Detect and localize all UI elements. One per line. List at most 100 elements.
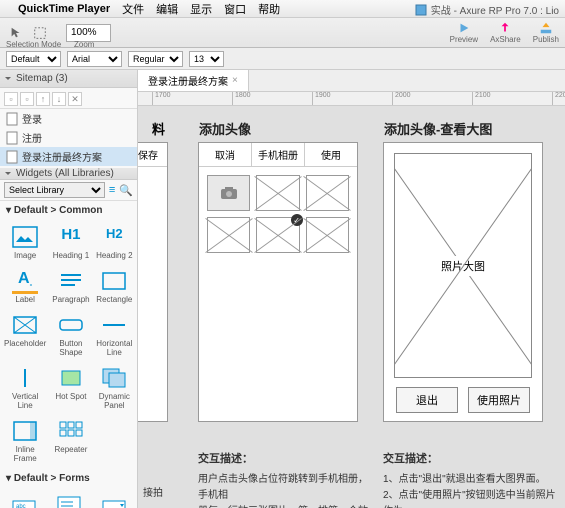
photo-thumb — [207, 217, 250, 253]
play-icon — [456, 21, 472, 35]
preview-button[interactable]: Preview — [450, 21, 478, 44]
widget-h2[interactable]: H2Heading 2 — [94, 222, 135, 264]
label-icon: A- — [12, 270, 38, 292]
widgets-panel-header[interactable]: Widgets (All Libraries) — [0, 168, 137, 180]
widget-button[interactable]: Button Shape — [50, 310, 91, 361]
tab-final[interactable]: 登录注册最终方案× — [138, 70, 249, 91]
sitemap-item-label: 注册 — [22, 130, 42, 145]
widget-iframe[interactable]: Inline Frame — [2, 416, 48, 467]
sitemap-title: Sitemap (3) — [16, 73, 68, 84]
widget-rectangle[interactable]: Rectangle — [94, 266, 135, 308]
exit-button: 退出 — [396, 387, 458, 413]
axshare-button[interactable]: AxShare — [490, 21, 521, 44]
design-canvas[interactable]: 料 保存 接拍 添加头像 取消 手机相册 使用 ✓ — [138, 106, 565, 508]
partial-heading: 料 — [152, 119, 165, 138]
widget-form1[interactable]: abc — [2, 490, 45, 508]
library-select[interactable]: Select Library — [4, 182, 105, 198]
delete-icon[interactable]: ✕ — [68, 92, 82, 106]
widget-dynamic-panel[interactable]: Dynamic Panel — [94, 363, 135, 414]
sitemap-item-final[interactable]: 登录注册最终方案 — [0, 147, 137, 166]
album-label: 手机相册 — [252, 143, 305, 166]
category-forms[interactable]: ▾ Default > Forms — [0, 469, 137, 488]
iframe-icon — [12, 420, 38, 442]
style-select[interactable]: Default — [6, 51, 61, 67]
add-page-icon[interactable]: ▫ — [4, 92, 18, 106]
add-folder-icon[interactable]: ▫ — [20, 92, 34, 106]
partial-save: 保存 — [138, 143, 167, 166]
menu-help[interactable]: 帮助 — [258, 1, 280, 17]
search-icon[interactable]: 🔍 — [119, 184, 133, 197]
dynpanel-icon — [101, 367, 127, 389]
widget-label[interactable]: A-Label — [2, 266, 48, 308]
menu-window[interactable]: 窗口 — [224, 1, 246, 17]
widget-vline[interactable]: Vertical Line — [2, 363, 48, 414]
mockup-frame-view-large[interactable]: 添加头像-查看大图 照片大图 退出 使用照片 — [383, 142, 543, 422]
vline-icon — [12, 367, 38, 389]
widget-form3[interactable] — [92, 490, 135, 508]
frame1-heading: 添加头像 — [199, 119, 251, 138]
widget-paragraph[interactable]: Paragraph — [50, 266, 91, 308]
weight-select[interactable]: Regular — [128, 51, 183, 67]
menu-icon[interactable]: ≡ — [109, 184, 115, 196]
photo-thumb — [306, 217, 349, 253]
page-icon — [6, 150, 18, 164]
format-toolbar: Default Arial Regular 13 — [0, 48, 565, 70]
large-photo-label: 照片大图 — [433, 256, 493, 276]
font-select[interactable]: Arial — [67, 51, 122, 67]
photo-thumb — [306, 175, 349, 211]
size-select[interactable]: 13 — [189, 51, 224, 67]
horizontal-ruler: 170018001900200021002200 — [138, 92, 565, 106]
zoom-input[interactable] — [66, 24, 111, 42]
textarea-icon — [56, 494, 82, 508]
widget-form2[interactable] — [47, 490, 90, 508]
button-icon — [58, 314, 84, 336]
menu-file[interactable]: 文件 — [122, 1, 144, 17]
textfield-icon: abc — [11, 494, 37, 508]
widget-hline[interactable]: Horizontal Line — [94, 310, 135, 361]
move-up-icon[interactable]: ↑ — [36, 92, 50, 106]
repeater-icon — [58, 420, 84, 442]
camera-icon — [219, 185, 239, 201]
sitemap-panel-header[interactable]: Sitemap (3) — [0, 70, 137, 88]
frame2-description: 交互描述： 1、点击"退出"就退出查看大图界面。 2、点击"使用照片"按钮则选中… — [383, 451, 563, 508]
widget-hotspot[interactable]: Hot Spot — [50, 363, 91, 414]
mockup-frame-add-avatar[interactable]: 添加头像 取消 手机相册 使用 ✓ — [198, 142, 358, 422]
left-sidebar: Sitemap (3) ▫ ▫ ↑ ↓ ✕ 登录 注册 登录注册最终方案 — [0, 70, 138, 508]
page-icon — [6, 131, 18, 145]
preview-label: Preview — [450, 35, 478, 44]
h1-icon: H1 — [58, 226, 84, 248]
svg-text:abc: abc — [16, 504, 26, 508]
widget-repeater[interactable]: Repeater — [50, 416, 91, 467]
rectangle-icon — [101, 270, 127, 292]
use-photo-button: 使用照片 — [468, 387, 530, 413]
h2-icon: H2 — [101, 226, 127, 248]
category-common[interactable]: ▾ Default > Common — [0, 201, 137, 220]
page-icon — [6, 112, 18, 126]
sitemap-item-label: 登录注册最终方案 — [22, 149, 102, 164]
chevron-down-icon — [4, 170, 12, 178]
widget-h1[interactable]: H1Heading 1 — [50, 222, 91, 264]
widget-placeholder[interactable]: Placeholder — [2, 310, 48, 361]
camera-thumb — [207, 175, 250, 211]
move-down-icon[interactable]: ↓ — [52, 92, 66, 106]
frame1-description: 交互描述： 用户点击头像占位符跳转到手机相册，手机相 册每一行放三张图片，第一排… — [198, 451, 368, 508]
menu-edit[interactable]: 编辑 — [156, 1, 178, 17]
mockup-frame-partial[interactable]: 料 保存 — [138, 142, 168, 422]
widget-image[interactable]: Image — [2, 222, 48, 264]
partial-desc: 接拍 — [143, 486, 173, 502]
chevron-down-icon — [4, 75, 12, 83]
menu-view[interactable]: 显示 — [190, 1, 212, 17]
photo-thumb — [256, 175, 299, 211]
main-toolbar: 实战 - Axure RP Pro 7.0 : Lio Selection Mo… — [0, 18, 565, 48]
sitemap-item-label: 登录 — [22, 111, 42, 126]
hotspot-icon — [58, 367, 84, 389]
image-icon — [12, 226, 38, 248]
photo-thumb: ✓ — [256, 217, 299, 253]
placeholder-icon — [12, 314, 38, 336]
close-icon[interactable]: × — [232, 75, 238, 86]
sitemap-item-register[interactable]: 注册 — [0, 128, 137, 147]
app-menu[interactable]: QuickTime Player — [18, 3, 110, 15]
sitemap-item-login[interactable]: 登录 — [0, 109, 137, 128]
publish-button[interactable]: Publish — [533, 21, 559, 44]
check-badge: ✓ — [291, 214, 303, 226]
